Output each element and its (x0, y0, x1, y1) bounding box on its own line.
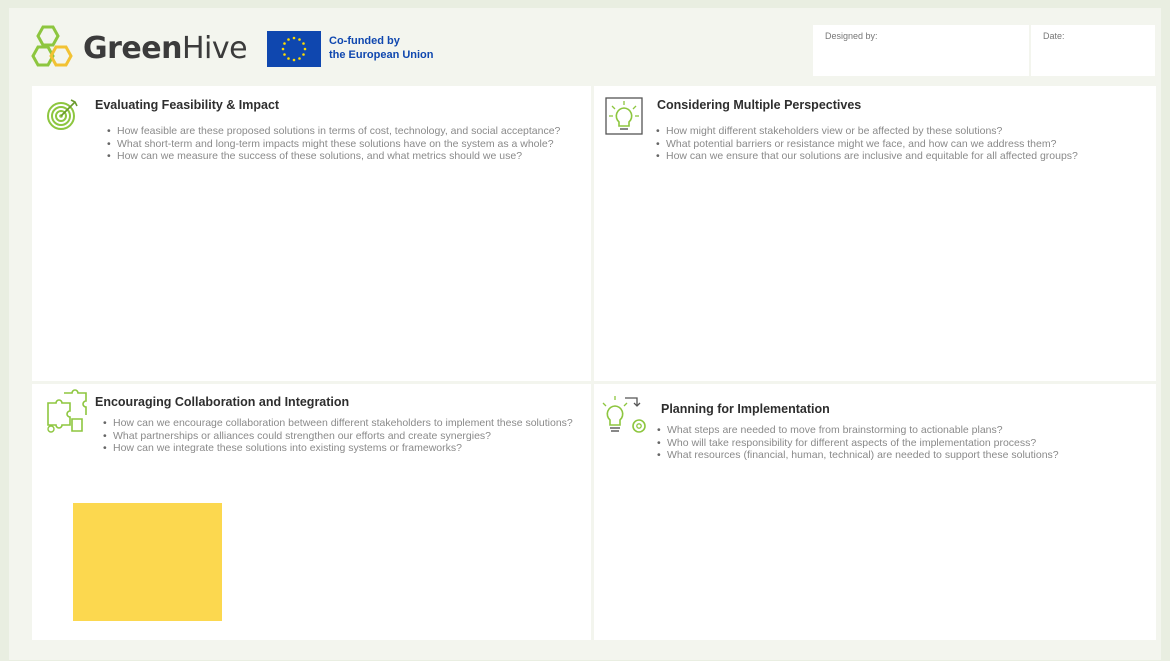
question-list: How might different stakeholders view or… (656, 125, 1112, 163)
list-item: What short-term and long-term impacts mi… (107, 138, 571, 151)
list-item: Who will take responsibility for differe… (657, 437, 1115, 450)
list-item: What partnerships or alliances could str… (103, 430, 588, 443)
list-item: What potential barriers or resistance mi… (656, 138, 1112, 151)
hexagon-logo-icon (31, 25, 73, 67)
date-label: Date: (1043, 31, 1065, 41)
eu-flag-icon (267, 31, 321, 67)
list-item: How can we measure the success of these … (107, 150, 571, 163)
date-field[interactable]: Date: (1031, 25, 1155, 76)
brand-name: GreenHive (83, 30, 248, 66)
brand-name-bold: Green (83, 30, 182, 66)
list-item: How can we integrate these solutions int… (103, 442, 588, 455)
list-item: What steps are needed to move from brain… (657, 424, 1115, 437)
section-planning-implementation[interactable] (594, 384, 1156, 640)
list-item: What resources (financial, human, techni… (657, 449, 1115, 462)
lightbulb-idea-icon (605, 97, 643, 135)
eu-stars-icon (281, 36, 307, 62)
list-item: How feasible are these proposed solution… (107, 125, 571, 138)
section-title: Evaluating Feasibility & Impact (95, 98, 280, 112)
list-item: How might different stakeholders view or… (656, 125, 1112, 138)
question-list: How can we encourage collaboration betwe… (103, 417, 588, 455)
idea-gear-icon (602, 396, 646, 433)
section-title: Considering Multiple Perspectives (657, 98, 862, 112)
question-list: How feasible are these proposed solution… (107, 125, 571, 163)
puzzle-collaboration-icon (47, 389, 87, 433)
list-item: How can we ensure that our solutions are… (656, 150, 1112, 163)
designed-by-label: Designed by: (825, 31, 878, 41)
designed-by-field[interactable]: Designed by: (813, 25, 1029, 76)
greenhive-logo: GreenHive (29, 24, 248, 72)
section-title: Planning for Implementation (661, 402, 830, 416)
eu-funding-text: Co-funded by the European Union (329, 34, 434, 62)
sticky-note[interactable] (73, 503, 222, 621)
target-icon (47, 99, 78, 130)
brand-name-light: Hive (181, 30, 248, 66)
eu-text-line2: the European Union (329, 49, 434, 61)
list-item: How can we encourage collaboration betwe… (103, 417, 588, 430)
question-list: What steps are needed to move from brain… (657, 424, 1115, 462)
eu-text-line1: Co-funded by (329, 35, 400, 47)
section-title: Encouraging Collaboration and Integratio… (95, 395, 350, 409)
